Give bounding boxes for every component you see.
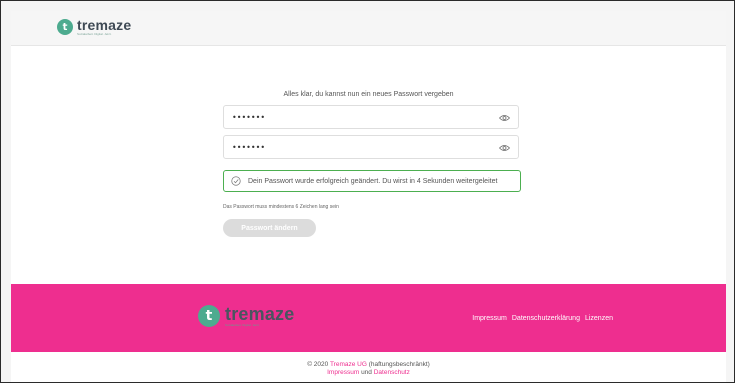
footer-logo-tagline: Sozialarbeit. Digital. Jetzt.: [225, 323, 260, 327]
instruction-text: Alles klar, du kannst nun ein neues Pass…: [283, 91, 454, 98]
top-header: t tremaze Sozialarbeit. Digital. Jetzt.: [11, 11, 726, 46]
success-alert: Dein Passwort wurde erfolgreich geändert…: [223, 170, 521, 192]
footer-logo[interactable]: t tremaze Sozialarbeit. Digital. Jetzt.: [198, 305, 294, 327]
copyright-prefix: © 2020: [307, 361, 330, 368]
new-password-input[interactable]: [232, 110, 492, 124]
impressum-link[interactable]: Impressum: [327, 369, 359, 376]
copyright-suffix: (haftungsbeschränkt): [366, 361, 430, 368]
eye-icon[interactable]: [499, 114, 510, 122]
company-link[interactable]: Tremaze UG: [330, 361, 367, 368]
footer-logo-brand: tremaze: [225, 304, 295, 324]
footer-link-datenschutz[interactable]: Datenschutzerklärung: [512, 315, 580, 322]
logo-mark-icon: t: [57, 19, 73, 35]
confirm-password-field[interactable]: [223, 135, 519, 159]
logo-tagline: Sozialarbeit. Digital. Jetzt.: [77, 32, 112, 36]
browser-frame: t tremaze Sozialarbeit. Digital. Jetzt. …: [0, 0, 735, 383]
logo-mark-icon: t: [198, 305, 220, 327]
password-hint: Das Passwort muss mindestens 6 Zeichen l…: [223, 204, 339, 210]
eye-icon[interactable]: [499, 144, 510, 152]
check-circle-icon: [231, 176, 241, 186]
header-logo[interactable]: t tremaze Sozialarbeit. Digital. Jetzt.: [57, 18, 131, 36]
legal-links-line: Impressum und Datenschutz: [11, 369, 726, 376]
datenschutz-link[interactable]: Datenschutz: [374, 369, 410, 376]
logo-brand: tremaze: [77, 17, 132, 33]
footer-link-impressum[interactable]: Impressum: [472, 315, 507, 322]
success-message: Dein Passwort wurde erfolgreich geändert…: [248, 177, 498, 185]
new-password-field[interactable]: [223, 105, 519, 129]
confirm-password-input[interactable]: [232, 140, 492, 154]
footer: t tremaze Sozialarbeit. Digital. Jetzt. …: [11, 284, 726, 352]
footer-link-lizenzen[interactable]: Lizenzen: [585, 315, 613, 322]
copyright-bar: © 2020 Tremaze UG (haftungsbeschränkt) I…: [11, 352, 726, 382]
legal-connector: und: [359, 369, 374, 376]
main-content: Alles klar, du kannst nun ein neues Pass…: [11, 46, 726, 284]
change-password-button[interactable]: Passwort ändern: [223, 219, 316, 237]
footer-links: Impressum Datenschutzerklärung Lizenzen: [472, 315, 613, 322]
copyright-line: © 2020 Tremaze UG (haftungsbeschränkt): [11, 361, 726, 368]
